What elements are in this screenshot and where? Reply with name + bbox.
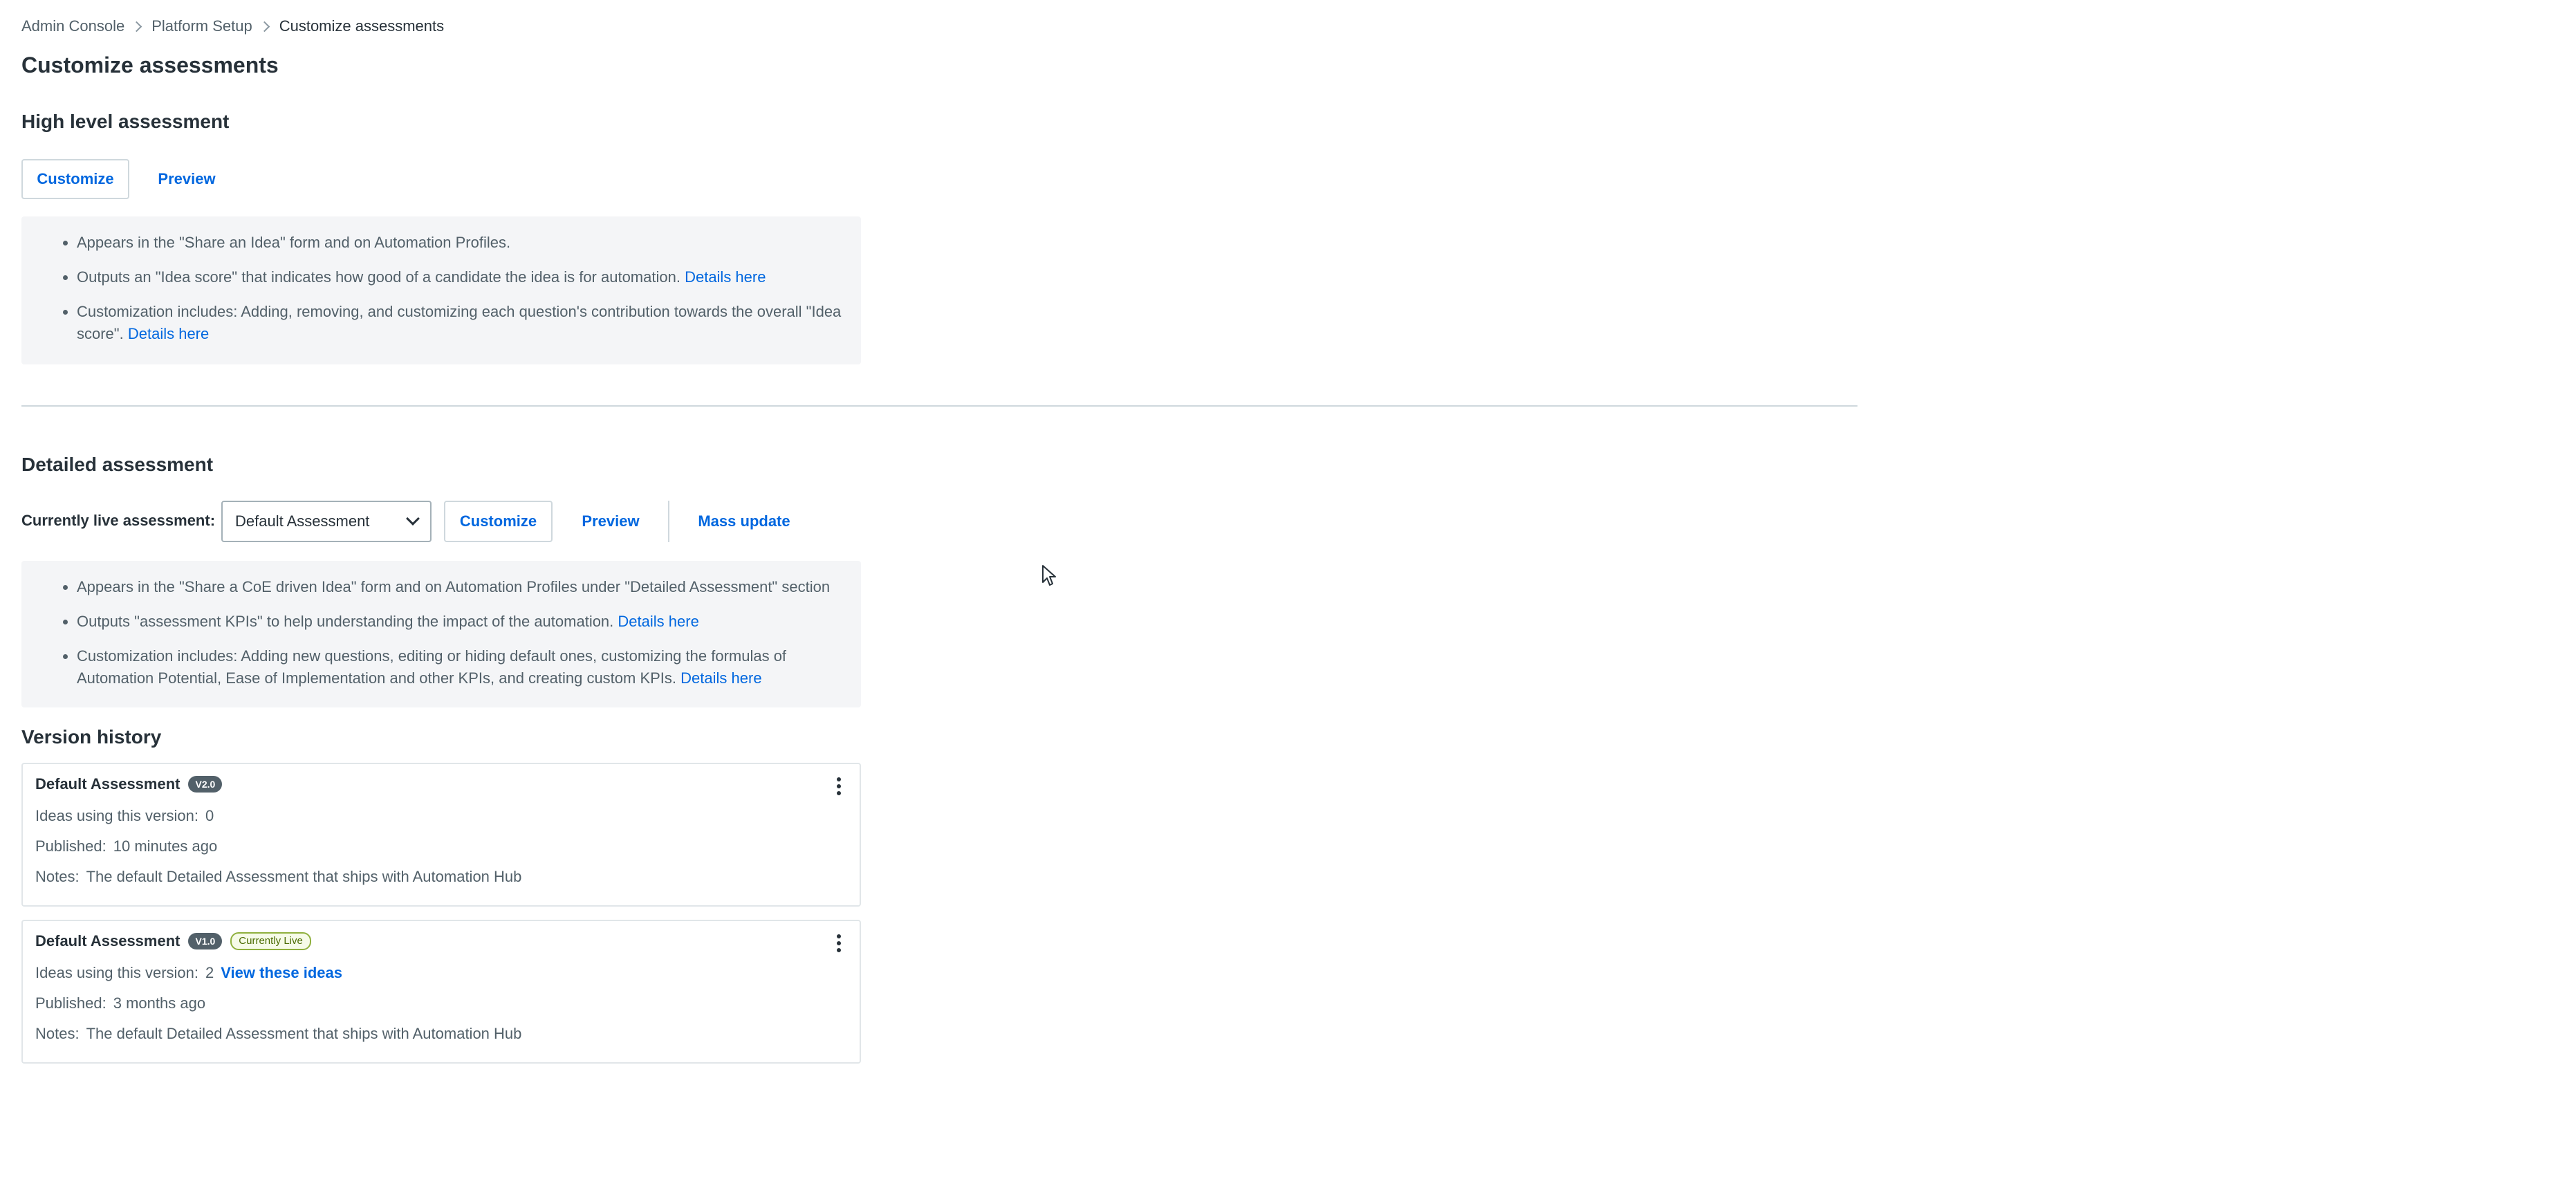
detailed-customize-button[interactable]: Customize	[444, 501, 553, 542]
breadcrumb: Admin Console Platform Setup Customize a…	[21, 14, 444, 39]
high-level-info-list: Appears in the "Share an Idea" form and …	[55, 232, 844, 345]
notes-label: Notes:	[35, 868, 80, 885]
breadcrumb-current: Customize assessments	[279, 17, 445, 35]
section-divider	[21, 405, 1857, 407]
high-level-title: High level assessment	[21, 111, 230, 132]
version-card-title: Default Assessment V2.0	[35, 775, 223, 793]
notes-row: Notes: The default Detailed Assessment th…	[35, 1025, 521, 1043]
more-options-icon[interactable]	[829, 931, 849, 956]
notes-value: The default Detailed Assessment that shi…	[86, 868, 522, 885]
info-text: Outputs "assessment KPIs" to help unders…	[77, 613, 614, 630]
chevron-right-icon	[131, 21, 142, 32]
chevron-right-icon	[259, 21, 270, 32]
toolbar-separator	[668, 501, 669, 542]
currently-live-badge: Currently Live	[230, 932, 311, 950]
detailed-preview-button[interactable]: Preview	[566, 501, 656, 542]
version-badge: V2.0	[188, 776, 223, 793]
breadcrumb-platform-setup[interactable]: Platform Setup	[151, 17, 252, 35]
published-value: 3 months ago	[113, 994, 206, 1012]
info-item: Outputs "assessment KPIs" to help unders…	[77, 611, 844, 633]
detailed-info-list: Appears in the "Share a CoE driven Idea"…	[55, 576, 844, 689]
details-here-link[interactable]: Details here	[128, 325, 209, 342]
published-row: Published: 10 minutes ago	[35, 837, 217, 855]
detailed-info-box: Appears in the "Share a CoE driven Idea"…	[21, 561, 861, 707]
version-card: Default Assessment V2.0 Ideas using this…	[21, 763, 861, 907]
version-card-title: Default Assessment V1.0 Currently Live	[35, 932, 311, 950]
page: Admin Console Platform Setup Customize a…	[0, 0, 2576, 1186]
ideas-using-count: 2	[205, 964, 214, 981]
detailed-title: Detailed assessment	[21, 454, 214, 475]
notes-row: Notes: The default Detailed Assessment th…	[35, 868, 521, 886]
version-badge: V1.0	[188, 933, 223, 949]
ideas-using-row: Ideas using this version: 0	[35, 807, 214, 825]
version-history-title: Version history	[21, 726, 162, 748]
chevron-down-icon	[406, 512, 420, 526]
details-here-link[interactable]: Details here	[680, 669, 761, 687]
high-level-preview-button[interactable]: Preview	[142, 159, 231, 199]
notes-value: The default Detailed Assessment that shi…	[86, 1025, 522, 1042]
published-label: Published:	[35, 994, 106, 1012]
high-level-customize-button[interactable]: Customize	[21, 159, 129, 199]
mouse-cursor-icon	[1042, 565, 1056, 586]
more-options-icon[interactable]	[829, 774, 849, 799]
breadcrumb-admin-console[interactable]: Admin Console	[21, 17, 124, 35]
assessment-select[interactable]: Default Assessment	[221, 501, 432, 542]
ideas-using-count: 0	[205, 807, 214, 824]
published-value: 10 minutes ago	[113, 837, 218, 855]
ideas-using-label: Ideas using this version:	[35, 807, 199, 824]
details-here-link[interactable]: Details here	[618, 613, 698, 630]
details-here-link[interactable]: Details here	[685, 268, 766, 286]
info-item: Appears in the "Share a CoE driven Idea"…	[77, 576, 844, 598]
high-level-info-box: Appears in the "Share an Idea" form and …	[21, 216, 861, 364]
mass-update-button[interactable]: Mass update	[682, 501, 806, 542]
currently-live-label: Currently live assessment:	[21, 512, 216, 529]
page-title: Customize assessments	[21, 53, 279, 77]
info-item: Customization includes: Adding, removing…	[77, 301, 844, 345]
info-item: Customization includes: Adding new quest…	[77, 645, 844, 689]
view-these-ideas-link[interactable]: View these ideas	[221, 964, 342, 981]
assessment-select-value: Default Assessment	[235, 512, 370, 530]
ideas-using-label: Ideas using this version:	[35, 964, 199, 981]
info-item: Outputs an "Idea score" that indicates h…	[77, 266, 844, 288]
version-name: Default Assessment	[35, 775, 180, 793]
info-item: Appears in the "Share an Idea" form and …	[77, 232, 844, 254]
version-card: Default Assessment V1.0 Currently Live I…	[21, 920, 861, 1064]
published-row: Published: 3 months ago	[35, 994, 205, 1012]
info-text: Appears in the "Share a CoE driven Idea"…	[77, 578, 831, 595]
ideas-using-row: Ideas using this version: 2 View these ide…	[35, 964, 342, 982]
info-text: Appears in the "Share an Idea" form and …	[77, 234, 511, 251]
published-label: Published:	[35, 837, 106, 855]
notes-label: Notes:	[35, 1025, 80, 1042]
info-text: Outputs an "Idea score" that indicates h…	[77, 268, 680, 286]
version-name: Default Assessment	[35, 932, 180, 949]
